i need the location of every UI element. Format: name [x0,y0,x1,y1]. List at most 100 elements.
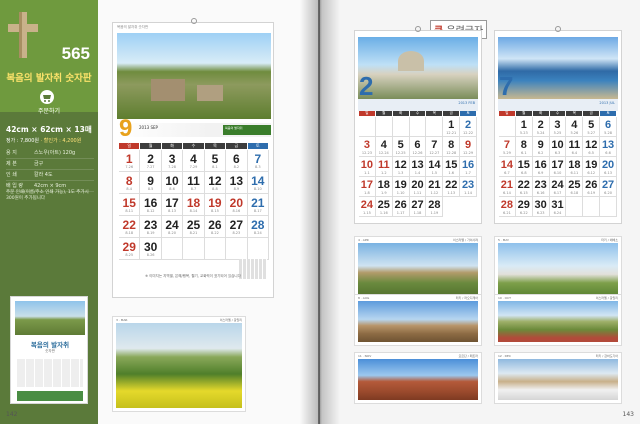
product-number: 565 [61,44,90,63]
day-cell: 17 6.10 [549,157,567,177]
hanger-icon [415,26,421,32]
lunar-date: 5.29 [503,151,511,155]
photo-card: 10 · OCT 이스라엘 / 갈릴리 [494,294,622,346]
cart-icon[interactable] [40,90,54,104]
day-number: 16 [534,159,547,171]
product-sidebar: 565 복음의 발자취 숫자판 주문하기 42cm × 62cm × 13매 정… [0,0,98,424]
day-number: 10 [165,174,179,188]
day-number: 22 [517,179,530,191]
day-cell: 20 6.13 [600,157,617,177]
day-number: 23 [534,179,547,191]
page-number-right: 143 [622,411,634,418]
weekday-cell: 금 [443,111,461,116]
day-cell: 16 8.12 [140,194,162,216]
day-cell: 6 12.26 [409,137,427,157]
weekday-cell: 수 [549,111,567,116]
price-regular: 정가 : 7,800원 [6,138,39,144]
lunar-date: 5.25 [553,131,562,135]
weekday-cell: 금 [226,143,248,149]
lunar-date: 5.28 [604,131,612,135]
day-cell: 1 5.23 [515,117,533,137]
day-cell [161,238,184,260]
lunar-date: 8.25 [125,253,134,257]
day-cell [226,238,248,260]
cross-icon [8,12,38,58]
lunar-date: 1.10 [396,191,405,195]
lunar-date: 7.27 [146,165,155,169]
day-cell [409,117,427,137]
lunar-date: 6.8 [520,171,527,175]
day-cell: 4 5.26 [566,117,584,137]
lunar-date: 1.17 [396,211,405,215]
spec-value: 금구 [34,161,44,167]
card-month-tag: 11 · NOV [358,354,372,358]
lunar-date: 8.23 [232,231,241,235]
day-number: 26 [585,179,598,191]
calendar-jul: 7 2013 JUL 일월화수목금토 1 5.23 2 5.24 3 5.25 4 5.26 5… [494,26,622,224]
lunar-date: 8.6 [169,187,175,191]
day-cell: 4 7.29 [183,150,205,172]
weekday-cell: 토 [460,111,477,116]
day-number: 19 [208,196,222,210]
lunar-date: 1.12 [430,191,439,195]
day-cell: 23 1.14 [460,177,477,197]
day-cell: 9 6.2 [532,137,550,157]
day-number: 19 [585,159,598,171]
day-cell: 12 6.5 [583,137,601,157]
day-cell: 7 12.27 [426,137,444,157]
day-number: 21 [428,179,441,191]
day-cell: 7 5.29 [499,137,516,157]
photo-card: 3 · MAR 이스라엘 / 갈릴리 [112,316,246,412]
lunar-date: 12.21 [446,131,457,135]
card-photo [358,301,478,342]
card-month-tag: 8 · AUG [358,296,370,300]
lunar-date: 6.4 [571,151,578,155]
day-grid: 1 5.23 2 5.24 3 5.25 4 5.26 5 5.27 6 5.28 7 5.29 8 6.1 9… [499,117,617,217]
day-cell: 5 8.1 [204,150,227,172]
month-band-label: 2013 JUL [599,101,615,105]
day-number: 15 [445,159,458,171]
day-number: 12 [585,139,598,151]
day-number: 4 [571,119,578,131]
weekday-cell: 화 [392,111,410,116]
day-cell: 11 8.7 [183,172,205,194]
weekday-cell: 월 [140,143,162,149]
day-cell: 14 6.7 [499,157,516,177]
spec-value: 칼라 4도 [34,172,53,178]
thumbnail-footer [17,391,83,401]
day-number: 8 [125,174,133,188]
order-label[interactable]: 주문하기 [0,106,98,115]
photo-card: 11 · NOV 요르단 / 페트라 [354,352,482,404]
lunar-date: 1.13 [447,191,456,195]
day-cell: 24 8.20 [161,216,184,238]
day-grid: 1 7.26 2 7.27 3 7.28 4 7.29 5 8.1 6 8.2 7 8.3 8 8.4 9 8.5… [119,150,269,260]
day-number: 1 [520,119,527,131]
lunar-date: 8.21 [189,231,198,235]
day-number: 15 [517,159,530,171]
lunar-date: 8.12 [146,209,155,213]
lunar-date: 1.15 [363,211,371,215]
day-number: 14 [251,174,265,188]
weekday-header: 일월화수목금토 [499,111,617,116]
day-number: 4 [380,139,387,151]
day-number: 24 [360,199,374,211]
day-cell: 21 6.14 [499,177,516,197]
day-cell: 3 12.23 [359,137,376,157]
lunar-date: 6.5 [588,151,594,155]
card-photo [498,301,618,342]
ruin-shape [151,79,185,101]
lunar-date: 1.6 [448,171,454,175]
card-location-tag: 터키 / 갑바도기아 [595,354,618,358]
lunar-date: 8.4 [126,187,132,191]
day-cell: 3 5.25 [549,117,567,137]
day-cell: 16 1.7 [460,157,477,177]
card-month-tag: 10 · OCT [498,296,511,300]
lunar-date: 12.22 [463,131,474,135]
lunar-date: 6.19 [587,191,596,195]
spec-row: 제 본 금구 [6,159,94,170]
day-cell [426,117,444,137]
day-cell: 25 8.21 [183,216,205,238]
day-number: 6 [233,152,240,166]
day-number: 12 [394,159,407,171]
hanger-icon [555,26,561,32]
